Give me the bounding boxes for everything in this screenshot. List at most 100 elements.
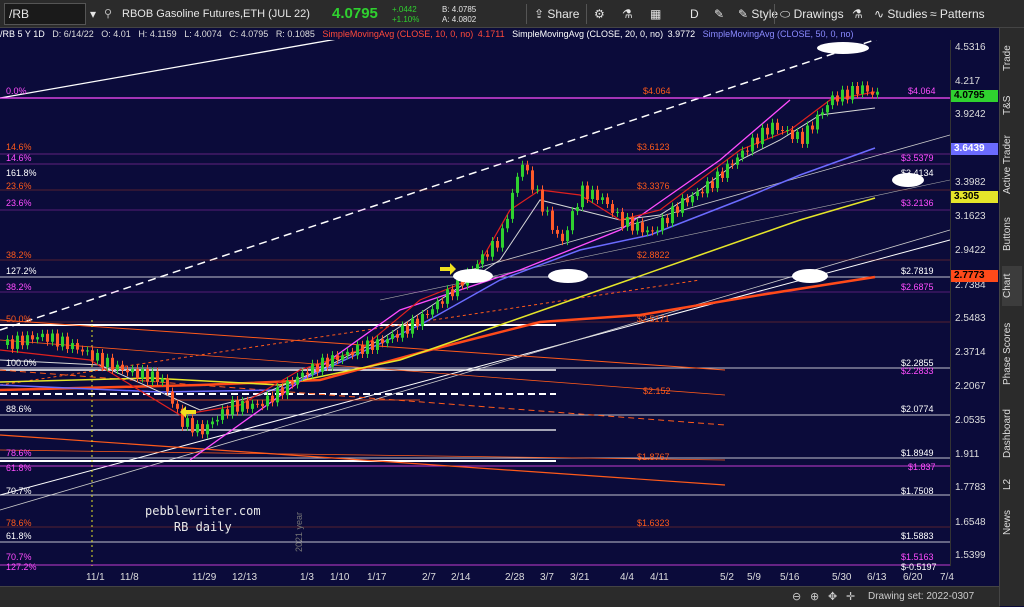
candle-body bbox=[26, 335, 29, 346]
candle-body bbox=[161, 378, 164, 382]
crosshair-icon[interactable]: ✛ bbox=[846, 590, 855, 603]
sma20-label[interactable]: SimpleMovingAvg (CLOSE, 20, 0, no) bbox=[512, 29, 663, 39]
patterns-button[interactable]: ≈ Patterns bbox=[930, 4, 985, 24]
share-icon: ⇪ bbox=[534, 7, 548, 21]
link-icon[interactable]: ⚲ bbox=[104, 4, 112, 24]
fib-lines bbox=[0, 97, 950, 566]
candle-body bbox=[291, 381, 294, 385]
candle-body bbox=[856, 85, 859, 94]
candle-body bbox=[706, 181, 709, 194]
style-icon: ✎ bbox=[738, 7, 752, 21]
candle-body bbox=[6, 339, 9, 345]
candle-body bbox=[441, 301, 444, 304]
instrument-description: RBOB Gasoline Futures,ETH (JUL 22) bbox=[122, 8, 310, 20]
time-axis[interactable]: 11/1 11/8 11/29 12/13 1/3 1/10 1/17 2/7 … bbox=[0, 566, 1000, 586]
studies-button[interactable]: ∿ Studies bbox=[874, 4, 927, 24]
candle-body bbox=[761, 127, 764, 145]
candle-body bbox=[561, 233, 564, 242]
symbol-period: /RB 5 Y 1D bbox=[0, 29, 45, 39]
candle-body bbox=[71, 343, 74, 350]
candle-body bbox=[241, 400, 244, 412]
candle-body bbox=[111, 357, 114, 371]
tab-phase-scores[interactable]: Phase Scores bbox=[1002, 314, 1022, 394]
candle-body bbox=[641, 222, 644, 233]
candle-body bbox=[711, 181, 714, 189]
price-axis[interactable]: 4.5316 4.217 3.9242 3.3982 3.1623 2.9422… bbox=[950, 40, 1001, 566]
candle-body bbox=[591, 189, 594, 199]
style-button[interactable]: ✎ Style bbox=[738, 4, 778, 24]
symbol-dropdown-icon[interactable]: ▾ bbox=[90, 4, 96, 24]
candle-body bbox=[841, 89, 844, 102]
candle-body bbox=[686, 198, 689, 203]
candle-body bbox=[206, 424, 209, 435]
candle-body bbox=[191, 418, 194, 433]
sma-yellow bbox=[0, 197, 876, 386]
candle-body bbox=[791, 130, 794, 140]
tools-icon[interactable]: ✎ bbox=[714, 4, 724, 24]
candle-body bbox=[451, 289, 454, 297]
candle-body bbox=[456, 280, 459, 297]
candle-body bbox=[656, 230, 659, 232]
zoom-out-icon[interactable]: ⊖ bbox=[792, 590, 801, 603]
candle-body bbox=[581, 185, 584, 208]
info-open: O: 4.01 bbox=[101, 29, 131, 39]
candle-body bbox=[446, 289, 449, 304]
studies-icon-button[interactable]: ⚗ bbox=[852, 4, 863, 24]
tab-time-and-sales[interactable]: T&S bbox=[1002, 90, 1022, 120]
drawings-button[interactable]: ⬭ Drawings bbox=[780, 4, 844, 24]
tab-dashboard[interactable]: Dashboard bbox=[1002, 402, 1022, 466]
sma50-label[interactable]: SimpleMovingAvg (CLOSE, 50, 0, no) bbox=[703, 29, 854, 39]
candle-body bbox=[621, 211, 624, 227]
info-date: D: 6/14/22 bbox=[52, 29, 94, 39]
period-button[interactable]: D bbox=[690, 4, 699, 24]
candle-body bbox=[146, 368, 149, 382]
tab-news[interactable]: News bbox=[1002, 502, 1022, 542]
candle-body bbox=[576, 207, 579, 212]
sma10-label[interactable]: SimpleMovingAvg (CLOSE, 10, 0, no) bbox=[322, 29, 473, 39]
zoom-in-icon[interactable]: ⊕ bbox=[810, 590, 819, 603]
studies-icon: ∿ bbox=[874, 7, 888, 21]
grid-icon[interactable]: ▦ bbox=[650, 4, 661, 24]
candle-body bbox=[366, 340, 369, 354]
candle-body bbox=[271, 395, 274, 403]
pan-icon[interactable]: ✥ bbox=[828, 590, 837, 603]
price-chart[interactable] bbox=[0, 40, 950, 566]
candle-body bbox=[51, 333, 54, 342]
candle-body bbox=[631, 217, 634, 231]
sma20-value: 3.9772 bbox=[667, 29, 696, 39]
candle-body bbox=[246, 400, 249, 409]
candle-body bbox=[801, 131, 804, 144]
candle-body bbox=[121, 364, 124, 371]
candle-body bbox=[86, 350, 89, 352]
candle-body bbox=[141, 368, 144, 379]
candle-body bbox=[301, 372, 304, 377]
tab-buttons[interactable]: Buttons bbox=[1002, 210, 1022, 258]
candle-body bbox=[381, 339, 384, 344]
flask-icon[interactable]: ⚗ bbox=[622, 4, 633, 24]
candle-body bbox=[811, 125, 814, 130]
candle-body bbox=[256, 403, 259, 405]
drawing-set-label[interactable]: Drawing set: 2022-0307 bbox=[868, 591, 974, 602]
yellow-sma-tag: 3.305 bbox=[951, 191, 998, 203]
tab-trade[interactable]: Trade bbox=[1002, 34, 1022, 82]
tab-level2[interactable]: L2 bbox=[1002, 474, 1022, 494]
candle-body bbox=[501, 228, 504, 248]
candle-body bbox=[866, 85, 869, 92]
chart-info-bar: /RB 5 Y 1D D: 6/14/22 O: 4.01 H: 4.1159 … bbox=[0, 28, 1000, 40]
candle-body bbox=[286, 381, 289, 396]
symbol-input[interactable]: /RB bbox=[4, 3, 86, 25]
candle-body bbox=[566, 230, 569, 242]
candle-body bbox=[231, 399, 234, 415]
candle-body bbox=[16, 335, 19, 349]
candle-body bbox=[836, 95, 839, 102]
candle-body bbox=[726, 163, 729, 178]
candle-body bbox=[76, 343, 79, 350]
tab-chart[interactable]: Chart bbox=[1002, 266, 1022, 306]
tab-active-trader[interactable]: Active Trader bbox=[1002, 128, 1022, 202]
info-low: L: 4.0074 bbox=[184, 29, 222, 39]
candle-body bbox=[551, 210, 554, 230]
share-button[interactable]: ⇪ Share bbox=[534, 4, 579, 24]
settings-icon[interactable]: ⚙ bbox=[594, 4, 605, 24]
candle-body bbox=[671, 206, 674, 224]
candle-body bbox=[496, 241, 499, 248]
